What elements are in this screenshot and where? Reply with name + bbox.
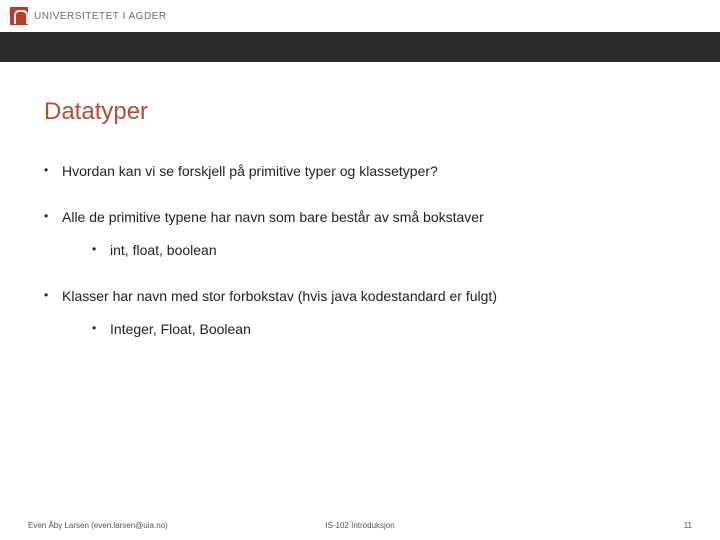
topbar: UNIVERSITETET I AGDER [0, 0, 720, 32]
list-item: Hvordan kan vi se forskjell på primitive… [44, 162, 676, 182]
logo-mark-icon [10, 7, 28, 25]
list-item: Alle de primitive typene har navn som ba… [44, 208, 676, 261]
footer-course: IS-102 Introduksjon [325, 521, 394, 530]
list-item: Integer, Float, Boolean [92, 320, 676, 340]
content-area: Datatyper Hvordan kan vi se forskjell på… [0, 62, 720, 340]
logo: UNIVERSITETET I AGDER [10, 7, 167, 25]
bullet-text: int, float, boolean [110, 242, 217, 258]
slide-title: Datatyper [44, 98, 676, 126]
list-item: int, float, boolean [92, 241, 676, 261]
sub-list: int, float, boolean [92, 241, 676, 261]
institution-name: UNIVERSITETET I AGDER [34, 11, 167, 22]
bullet-text: Hvordan kan vi se forskjell på primitive… [62, 163, 438, 179]
footer-author: Even Åby Larsen (even.larsen@uia.no) [28, 521, 168, 530]
bullet-text: Alle de primitive typene har navn som ba… [62, 209, 484, 225]
list-item: Klasser har navn med stor forbokstav (hv… [44, 287, 676, 340]
bullet-text: Integer, Float, Boolean [110, 321, 251, 337]
footer: Even Åby Larsen (even.larsen@uia.no) IS-… [0, 521, 720, 530]
bullet-text: Klasser har navn med stor forbokstav (hv… [62, 288, 497, 304]
bullet-list: Hvordan kan vi se forskjell på primitive… [44, 162, 676, 340]
footer-page: 11 [684, 521, 692, 530]
sub-list: Integer, Float, Boolean [92, 320, 676, 340]
slide: UNIVERSITETET I AGDER Datatyper Hvordan … [0, 0, 720, 540]
header-band [0, 32, 720, 62]
